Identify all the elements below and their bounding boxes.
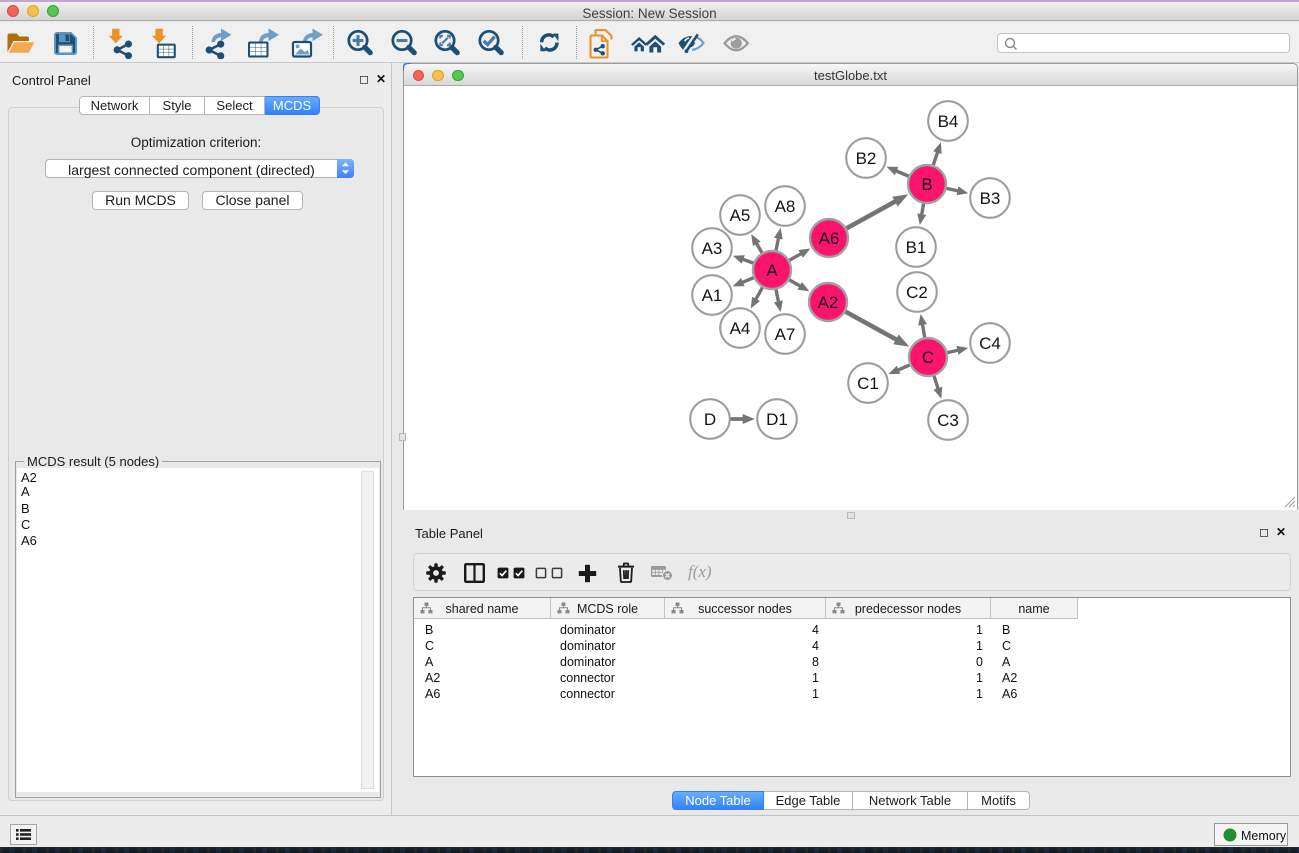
svg-text:A6: A6 [819, 229, 840, 248]
svg-text:B4: B4 [938, 112, 959, 131]
svg-text:B: B [921, 175, 932, 194]
svg-text:A1: A1 [702, 286, 723, 305]
svg-text:C2: C2 [906, 283, 928, 302]
svg-text:A: A [766, 261, 778, 280]
svg-text:B1: B1 [906, 238, 927, 257]
svg-text:B2: B2 [856, 149, 877, 168]
svg-text:A2: A2 [818, 293, 839, 312]
svg-text:D1: D1 [766, 410, 788, 429]
svg-text:C: C [922, 348, 934, 367]
svg-text:A5: A5 [730, 206, 751, 225]
svg-text:A4: A4 [730, 319, 751, 338]
svg-text:A8: A8 [775, 197, 796, 216]
svg-text:A7: A7 [775, 325, 796, 344]
svg-text:B3: B3 [980, 189, 1001, 208]
svg-text:C1: C1 [857, 374, 879, 393]
svg-text:C3: C3 [937, 411, 959, 430]
svg-text:C4: C4 [979, 334, 1001, 353]
svg-text:D: D [704, 410, 716, 429]
svg-text:A3: A3 [702, 239, 723, 258]
